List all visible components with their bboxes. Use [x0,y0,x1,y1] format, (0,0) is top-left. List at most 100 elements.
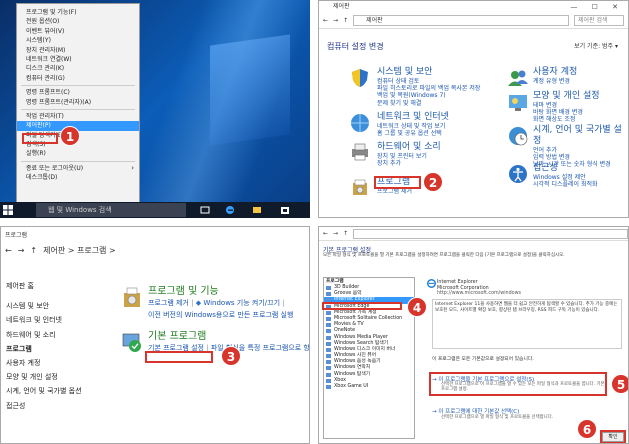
menu-separator [21,85,135,87]
category-link[interactable]: 홈 그룹 및 공유 옵션 선택 [377,130,449,137]
default-programs-icon [122,333,141,352]
category-link[interactable]: 문제 찾기 및 해결 [377,100,480,107]
menu-item[interactable]: 명령 프롬프트(C) [17,88,139,97]
up-icon[interactable]: ↑ [30,246,37,255]
clock-globe-icon [509,127,528,146]
category-title[interactable]: 하드웨어 및 소리 [377,142,441,153]
store-icon[interactable] [280,205,290,215]
list-header: 프로그램 [326,279,344,284]
category-hardware: 하드웨어 및 소리 장치 및 프린터 보기 장치 추가 [377,142,441,167]
windows-icon[interactable] [3,205,13,215]
address-bar: ← → ↑ [319,227,628,241]
back-icon[interactable]: ← [323,17,328,24]
menu-item-shutdown[interactable]: 종료 또는 로그아웃(U) › [17,164,139,173]
shield-icon: ◆ [195,299,202,307]
category-title[interactable]: 접근성 [533,163,598,174]
menu-item[interactable]: 시스템(Y) [17,36,139,45]
up-icon[interactable]: ↑ [343,230,348,237]
category-link[interactable]: 화면 해상도 조정 [533,116,600,123]
category-link[interactable]: 장치 추가 [377,160,441,167]
forward-icon[interactable]: → [18,246,25,255]
sidebar-item[interactable]: 네트워크 및 인터넷 [6,313,82,327]
breadcrumb[interactable]: 제어판 > 프로그램 > [43,245,116,256]
menu-separator [21,160,135,162]
menu-item[interactable]: 디스크 관리(K) [17,64,139,73]
title-bar: 제어판 — ☐ ✕ [319,1,628,13]
category-network: 네트워크 및 인터넷 네트워크 상태 및 작업 보기 홈 그룹 및 공유 옵션 … [377,112,449,137]
programs-icon [353,179,367,195]
highlight-box [145,351,213,363]
forward-icon[interactable]: → [333,230,338,237]
programs-features-icon [124,287,140,307]
menu-item[interactable]: 네트워크 연결(W) [17,55,139,64]
sidebar-item[interactable]: 접근성 [6,399,82,413]
windows-features-link[interactable]: Windows 기능 켜기/끄기 [203,299,280,307]
forward-icon[interactable]: → [333,17,338,24]
menu-item[interactable]: 명령 프롬프트(관리자)(A) [17,98,139,107]
address-field[interactable]: 제어판 [353,15,569,26]
accessibility-icon [509,165,527,183]
sidebar-item[interactable]: 하드웨어 및 소리 [6,328,82,342]
back-icon[interactable]: ← [323,230,328,237]
sidebar-item[interactable]: 사용자 계정 [6,356,82,370]
folder-icon[interactable] [252,205,262,215]
highlight-box [374,176,421,189]
appearance-icon [509,95,527,111]
uninstall-link[interactable]: 프로그램 제거 [148,299,189,307]
menu-item[interactable]: 프로그램 및 기능(F) [17,8,139,17]
menu-separator [21,108,135,110]
menu-item[interactable]: 데스크톱(D) [17,173,139,182]
category-title[interactable]: 사용자 계정 [533,67,577,78]
category-title[interactable]: 시스템 및 보안 [377,67,480,78]
programs-window: 프로그램 ← → ↑ 제어판 > 프로그램 > 제어판 홈 시스템 및 보안 네… [0,226,310,444]
highlight-box [429,372,607,396]
printer-icon [352,143,368,161]
option-description: 선택한 프로그램으로 열 파일 형식 및 프로토콜을 선택합니다. [441,415,554,420]
edge-icon[interactable] [225,205,235,215]
list-item[interactable]: Xbox Game UI [324,384,414,390]
taskbar-search[interactable]: 웹 및 Windows 검색 [36,203,186,217]
sidebar-item[interactable]: 시스템 및 보안 [6,299,82,313]
users-icon [508,70,528,86]
address-bar: ← → ↑ 제어판 제어판 검색 [319,13,628,29]
menu-item[interactable]: 실행(R) [17,149,139,158]
category-link[interactable]: 백업 및 복원(Windows 7) [377,92,480,99]
category-link[interactable]: 계정 유형 변경 [533,78,577,85]
category-title[interactable]: 모양 및 개인 설정 [533,91,600,102]
step-badge: 3 [221,346,241,366]
category-appearance: 모양 및 개인 설정 테마 변경 바탕 화면 배경 변경 화면 해상도 조정 [533,91,600,124]
compat-link[interactable]: 이전 버전의 Windows용으로 만든 프로그램 실행 [148,310,293,320]
view-selector[interactable]: 보기 기준: 범주 ▾ [574,41,618,50]
highlight-box [22,133,58,144]
menu-item[interactable]: 전원 옵션(O) [17,17,139,26]
step-badge: 2 [423,172,443,192]
category-link[interactable]: 시각적 디스플레이 최적화 [533,181,598,188]
task-view-icon[interactable] [200,205,210,215]
category-link[interactable]: 프로그램 제거 [377,188,412,195]
internet-explorer-icon [427,279,436,288]
address-field[interactable] [353,228,628,239]
taskbar: 웹 및 Windows 검색 [0,202,310,218]
back-icon[interactable]: ← [5,246,12,255]
menu-item[interactable]: 컴퓨터 관리(G) [17,74,139,83]
sidebar-item[interactable]: 제어판 홈 [6,279,82,293]
sidebar-item-active[interactable]: 프로그램 [6,342,82,356]
up-icon[interactable]: ↑ [343,17,348,24]
app-info: Internet Explorer Microsoft Corporation … [437,280,521,297]
instructions: 모든 파일 형식 및 프로토콜을 열 기본 프로그램을 설정하려면 프로그램을 … [323,253,565,258]
sidebar-item[interactable]: 시계, 언어 및 국가별 옵션 [6,384,82,398]
menu-item[interactable]: 작업 관리자(T) [17,112,139,121]
category-title[interactable]: 시계, 언어 및 국가별 설정 [533,125,628,147]
sidebar-item[interactable]: 모양 및 개인 설정 [6,370,82,384]
search-input[interactable]: 제어판 검색 [574,15,624,26]
page-title: 컴퓨터 설정 변경 [327,42,384,51]
group-title: 프로그램 및 기능 [148,286,219,297]
set-default-programs-window: ← → ↑ 기본 프로그램 설정 모든 파일 형식 및 프로토콜을 열 기본 프… [318,226,629,444]
menu-item[interactable]: 이벤트 뷰어(V) [17,27,139,36]
menu-item[interactable]: 장치 관리자(M) [17,46,139,55]
step-badge: 5 [611,374,628,394]
category-title[interactable]: 네트워크 및 인터넷 [377,112,449,123]
window-controls[interactable]: — ☐ ✕ [570,1,624,13]
control-panel-window: 제어판 — ☐ ✕ ← → ↑ 제어판 제어판 검색 컴퓨터 설정 변경 보기 … [318,0,629,218]
category-user-accounts: 사용자 계정 계정 유형 변경 [533,67,577,85]
